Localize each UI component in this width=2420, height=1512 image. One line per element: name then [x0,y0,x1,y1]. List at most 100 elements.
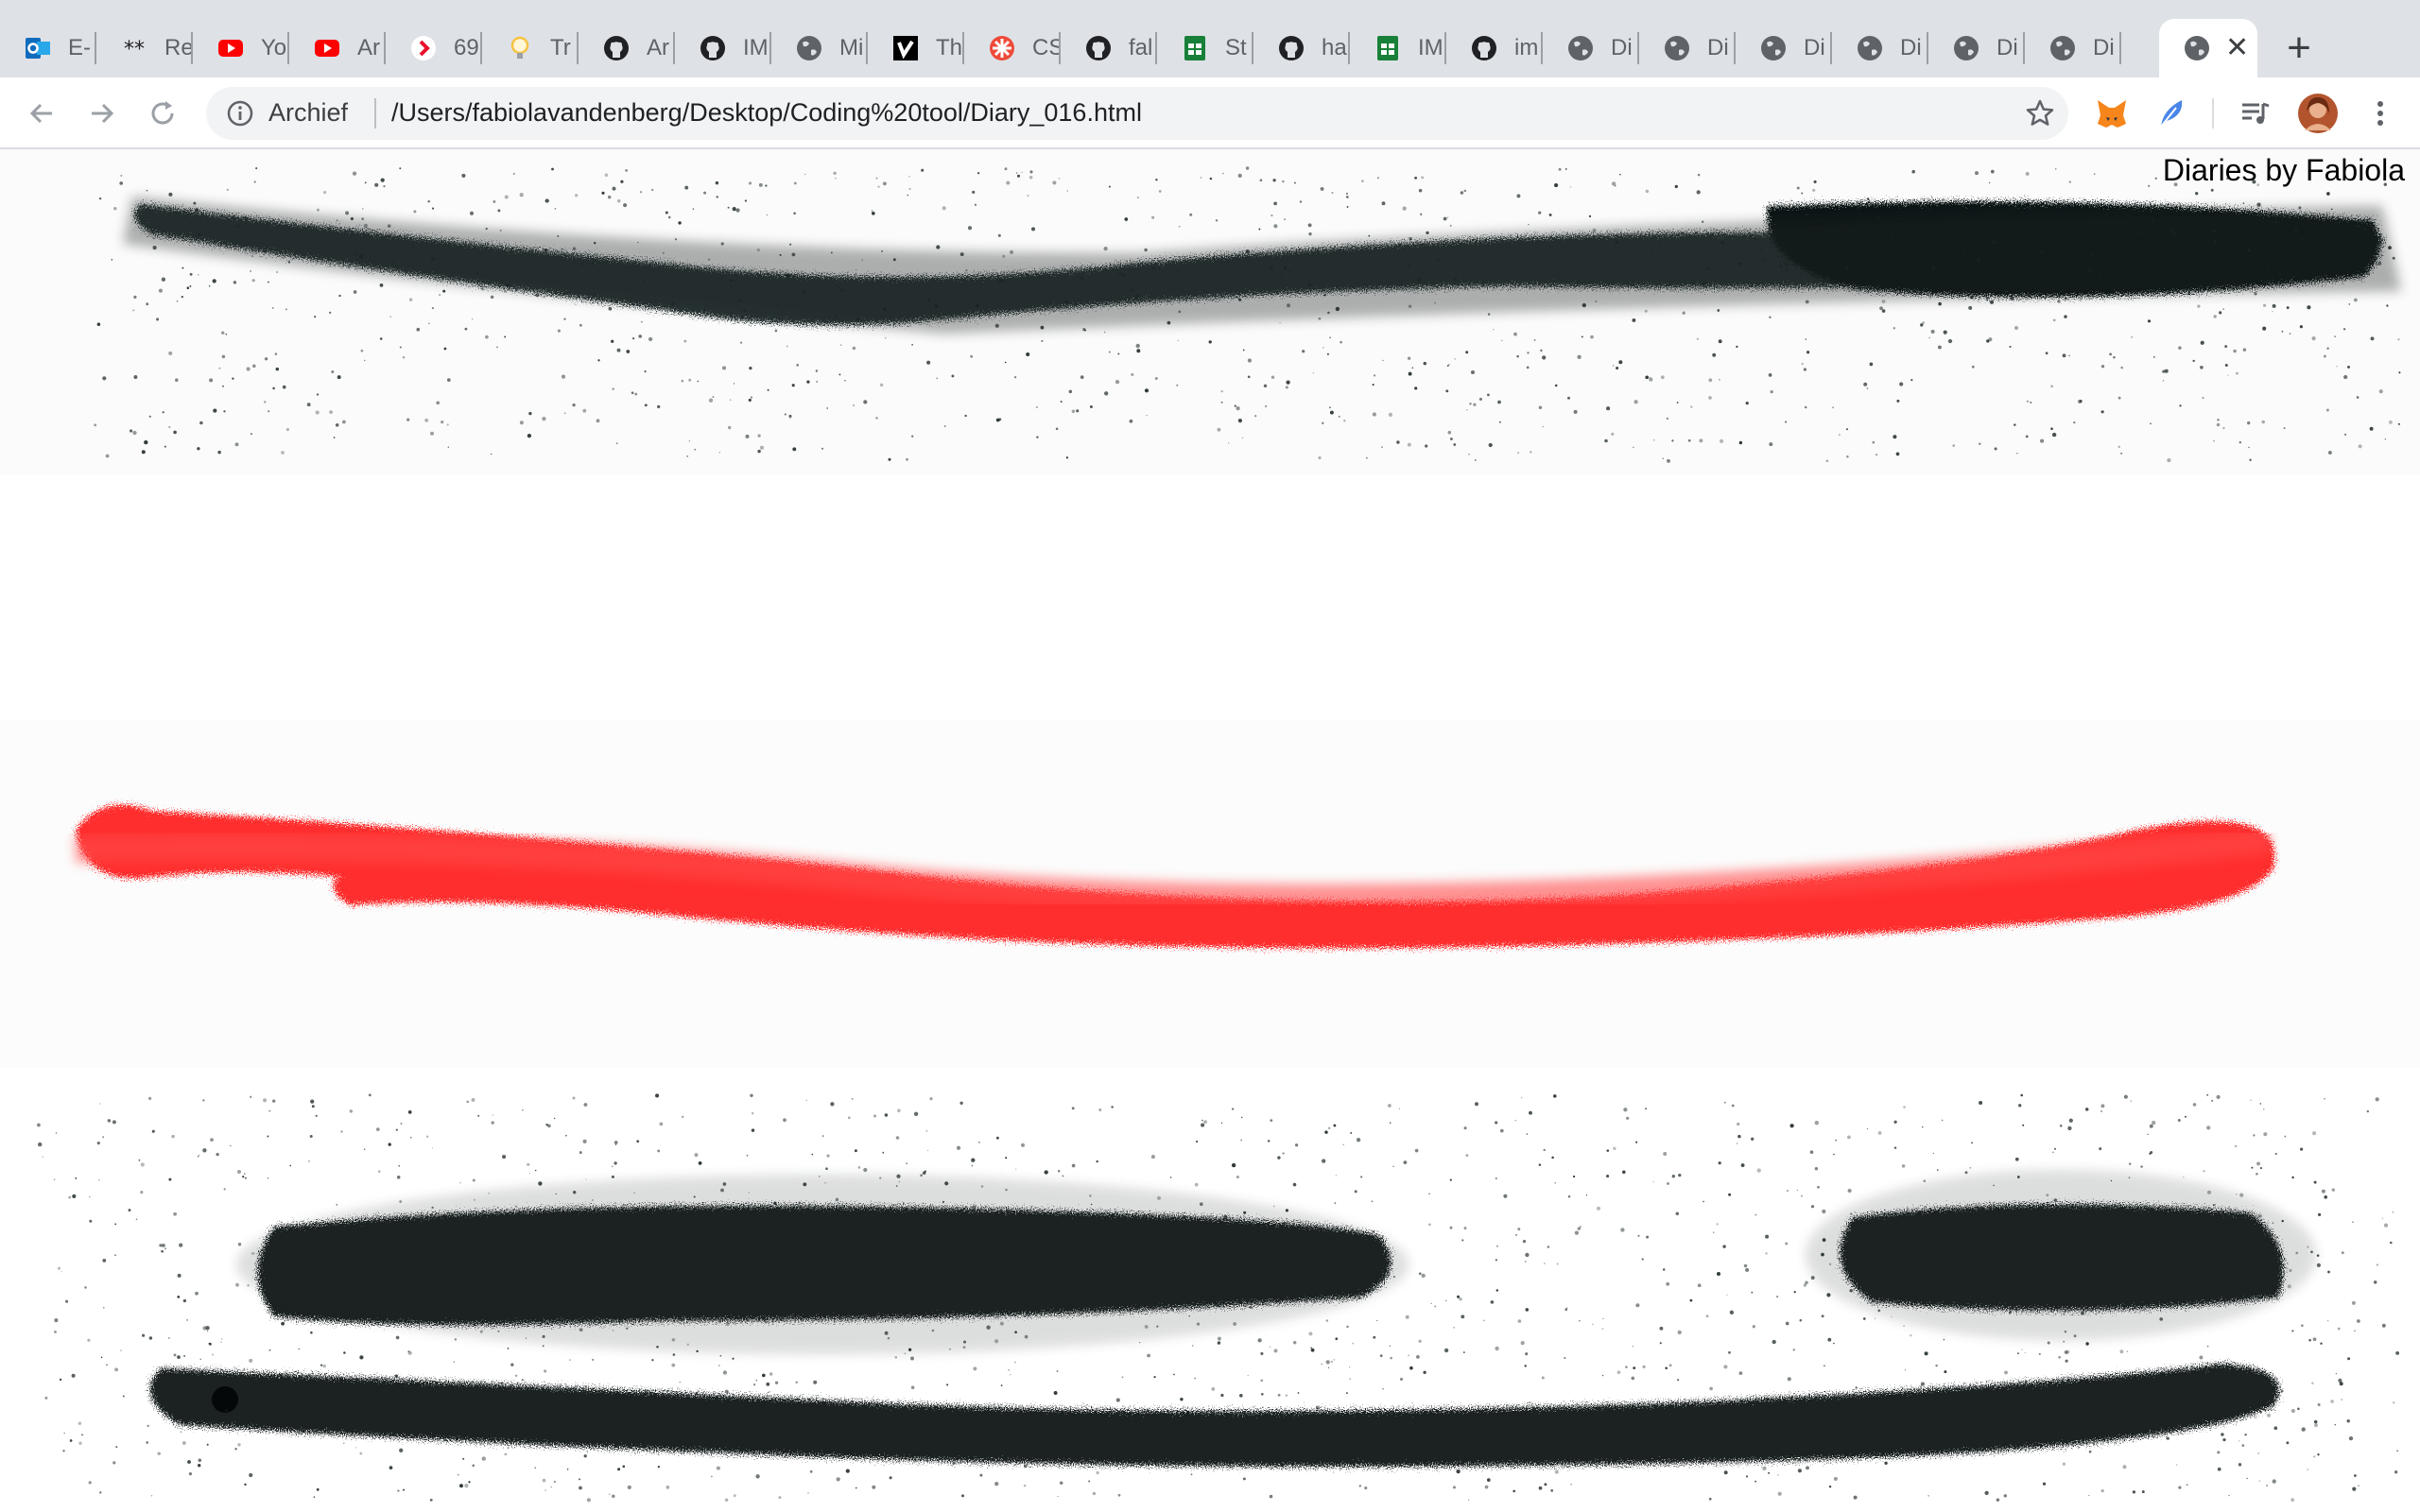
spray-speck [1035,1411,1040,1416]
tab-item[interactable]: Ar [289,19,386,77]
spray-speck [1308,1332,1313,1336]
reload-button[interactable] [140,91,185,136]
spray-speck [2063,1381,2066,1384]
chrome-menu-button[interactable] [2363,96,2397,130]
spray-speck [443,347,447,351]
spray-speck [752,1383,756,1386]
tab-item[interactable]: im [1446,19,1543,77]
spray-speck [1361,180,1364,182]
spray-speck [1869,362,1874,367]
tab-item[interactable]: Ar [579,19,675,77]
lightbulb-icon [505,33,535,63]
tab-item[interactable]: IM [1350,19,1446,77]
spray-speck [2039,249,2044,255]
spray-speck [2088,1450,2092,1453]
spray-speck [1285,1285,1287,1288]
spray-speck [1943,1338,1945,1341]
spray-speck [1446,216,1449,218]
spray-speck [565,1134,567,1137]
new-tab-button[interactable]: + [2276,26,2322,72]
spray-speck [777,302,780,306]
spray-speck [2123,1094,2128,1099]
tab-item[interactable]: ** Re [96,19,193,77]
spray-speck [1263,384,1268,387]
tab-item[interactable]: CS [964,19,1061,77]
spray-speck [466,1100,470,1104]
tab-item[interactable]: ha [1253,19,1350,77]
tab-item[interactable]: Di [1543,19,1639,77]
tab-item[interactable]: Di [2025,19,2121,77]
address-bar[interactable]: Archief /Users/fabiolavandenberg/Desktop… [206,87,2068,140]
metamask-extension-button[interactable] [2095,96,2129,130]
tab-item[interactable]: IM [675,19,771,77]
back-button[interactable] [19,91,64,136]
spray-speck [579,1223,582,1227]
spray-speck [1580,1226,1582,1228]
media-control-button[interactable] [2238,96,2273,130]
spray-speck [171,1134,175,1139]
spray-speck [677,1386,680,1389]
spray-speck [2109,352,2112,356]
tab-item[interactable]: Mi [771,19,868,77]
spray-speck [874,306,877,308]
spray-speck [1389,1345,1391,1347]
spray-speck [1064,1240,1067,1244]
spray-speck [2225,1409,2229,1413]
spray-speck [612,387,615,390]
feather-extension-button[interactable] [2155,96,2189,130]
spray-speck [667,215,671,219]
spray-speck [615,1295,618,1297]
spray-speck [1027,1313,1030,1317]
spray-speck [279,1294,281,1297]
tab-item[interactable]: Di [1928,19,2025,77]
spray-speck [1517,1228,1521,1231]
close-tab-icon[interactable]: ✕ [2225,34,2249,62]
url-text[interactable]: /Users/fabiolavandenberg/Desktop/Coding%… [391,98,1142,128]
spray-speck [38,1142,43,1147]
spray-speck [1812,188,1816,192]
spray-speck [651,1359,654,1362]
tab-item[interactable]: fal [1061,19,1157,77]
tab-item[interactable]: E- [0,19,96,77]
spray-speck [399,1200,403,1203]
spray-speck [2117,1300,2120,1303]
spray-speck [478,1260,483,1264]
spray-speck [426,1250,430,1254]
spray-speck [2281,1219,2284,1223]
spray-speck [2147,1207,2151,1211]
bookmark-star-icon[interactable] [2025,98,2055,129]
info-icon[interactable] [225,98,255,129]
spray-speck [1878,1396,1881,1399]
tab-item[interactable]: Di [1736,19,1832,77]
site-info-label[interactable]: Archief [268,98,348,128]
tab-item[interactable]: Th [868,19,964,77]
spray-speck [363,1148,366,1150]
spray-speck [1190,1473,1193,1476]
spray-speck [102,1136,105,1139]
tab-item[interactable]: Di [1639,19,1736,77]
spray-speck [242,1176,245,1178]
forward-button[interactable] [79,91,125,136]
tab-title: IM [743,35,769,60]
spray-speck [1697,1283,1702,1288]
spray-speck [971,1158,976,1162]
spray-speck [1249,1305,1253,1309]
tab-item[interactable]: Di [1832,19,1928,77]
spray-speck [743,309,746,313]
tab-item[interactable]: 69 [386,19,482,77]
tab-item[interactable]: St [1157,19,1253,77]
spray-speck [2326,192,2330,196]
tab-active[interactable]: ✕ [2159,19,2257,77]
profile-avatar-button[interactable] [2297,93,2339,134]
spray-speck [512,172,515,175]
spray-speck [1893,435,1897,439]
tab-item[interactable]: Tr [482,19,579,77]
spray-speck [177,1355,181,1360]
spray-speck [1008,1369,1010,1371]
tab-item[interactable]: Yo [193,19,289,77]
spray-speck [473,1198,475,1201]
spray-speck [2244,1433,2247,1436]
spray-speck [2067,1125,2072,1131]
spray-speck [665,211,668,215]
spray-speck [1968,305,1973,310]
